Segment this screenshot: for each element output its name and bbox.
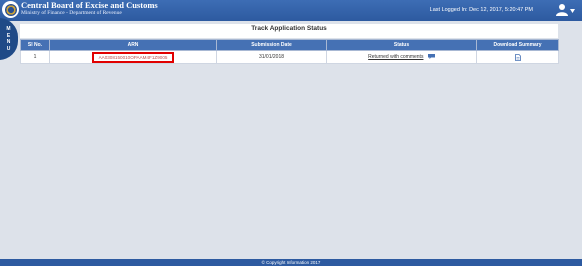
org-title: Central Board of Excise and Customs	[21, 0, 158, 10]
page-title: Track Application Status	[251, 25, 327, 32]
column-header-download-summary: Download Summary	[476, 39, 559, 51]
document-icon[interactable]	[514, 53, 521, 61]
user-icon[interactable]	[556, 3, 568, 16]
cell-sl-no: 1	[20, 50, 50, 64]
column-header-submission-date: Submission Date	[216, 39, 327, 51]
column-header-status: Status	[326, 39, 477, 51]
cell-submission-date: 31/01/2018	[216, 50, 327, 64]
org-subtitle: Ministry of Finance - Department of Reve…	[21, 10, 122, 16]
menu-letter: U	[6, 45, 11, 52]
status-table: Sl No. ARN Submission Date Status Downlo…	[20, 39, 559, 64]
footer: © Copyright Information 2017	[0, 259, 582, 266]
cell-arn: AA0308150010OPAAM4F1Z9005	[49, 50, 217, 64]
status-link[interactable]: Returned with comments	[368, 54, 423, 60]
cell-status: Returned with comments	[326, 50, 477, 64]
cell-download	[476, 50, 559, 64]
column-header-sl-no: Sl No.	[20, 39, 50, 51]
app-header: Central Board of Excise and Customs Mini…	[0, 0, 582, 21]
menu-button[interactable]: M E N U	[0, 18, 18, 60]
arn-link[interactable]: AA0308150010OPAAM4F1Z9005	[91, 51, 175, 63]
table-header-row: Sl No. ARN Submission Date Status Downlo…	[20, 39, 559, 51]
last-logged-in: Last Logged In: Dec 12, 2017, 5:20:47 PM	[429, 7, 533, 13]
table-row: 1 AA0308150010OPAAM4F1Z9005 31/01/2018 R…	[20, 50, 559, 64]
column-header-arn: ARN	[49, 39, 217, 51]
emblem-logo	[2, 1, 19, 18]
chat-icon[interactable]	[427, 54, 435, 60]
caret-down-icon[interactable]	[570, 9, 575, 13]
